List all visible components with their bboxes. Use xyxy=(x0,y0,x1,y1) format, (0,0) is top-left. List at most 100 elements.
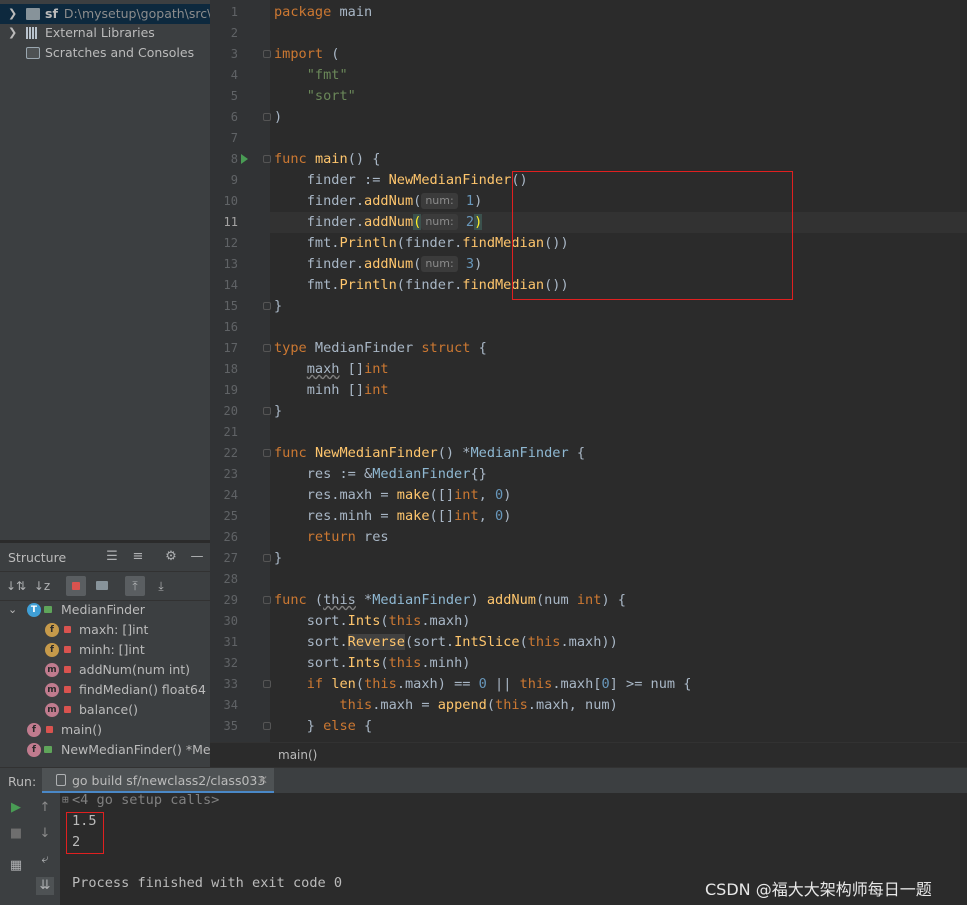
structure-item-main[interactable]: f main() xyxy=(0,720,210,740)
structure-item-label: balance() xyxy=(79,702,138,717)
param-hint: num: xyxy=(421,193,458,209)
run-tab-title: go build sf/newclass2/class033 xyxy=(72,773,266,788)
fold-marker-icon[interactable] xyxy=(263,407,271,415)
structure-item-findmedian[interactable]: m findMedian() float64 xyxy=(0,680,210,700)
project-panel: ❯ sf D:\mysetup\gopath\src\sf ❯ External … xyxy=(0,0,210,540)
project-path: D:\mysetup\gopath\src\sf xyxy=(63,6,210,21)
function-icon: f xyxy=(27,743,41,757)
line-number: 31 xyxy=(223,635,238,649)
line-number: 18 xyxy=(223,362,238,376)
line-number: 15 xyxy=(223,299,238,313)
expand-icon[interactable]: ⊞ xyxy=(62,789,69,810)
param-hint: num: xyxy=(421,256,458,272)
structure-item-label: MedianFinder xyxy=(61,602,145,617)
up-arrow-icon[interactable]: ↑ xyxy=(36,799,54,817)
code-line: } xyxy=(274,298,283,314)
structure-item-addnum[interactable]: m addNum(num int) xyxy=(0,660,210,680)
show-folders-icon[interactable] xyxy=(92,576,112,596)
private-lock-icon xyxy=(64,646,71,653)
show-private-icon[interactable] xyxy=(66,576,86,596)
sort-visibility-icon[interactable]: ↓⇅ xyxy=(6,576,26,596)
line-number: 20 xyxy=(223,404,238,418)
fold-marker-icon[interactable] xyxy=(263,449,271,457)
fold-marker-icon[interactable] xyxy=(263,155,271,163)
structure-item-label: findMedian() float64 xyxy=(79,682,206,697)
soft-wrap-icon[interactable]: ⤶ xyxy=(36,851,54,869)
stop-icon[interactable]: ■ xyxy=(7,825,25,843)
breadcrumb[interactable]: main() xyxy=(278,748,317,762)
line-number: 17 xyxy=(223,341,238,355)
close-icon[interactable]: ✕ xyxy=(258,773,268,787)
scroll-to-end-icon[interactable]: ⇊ xyxy=(36,877,54,895)
structure-item-minh[interactable]: f minh: []int xyxy=(0,640,210,660)
structure-item-label: addNum(num int) xyxy=(79,662,191,677)
line-number: 34 xyxy=(223,698,238,712)
code-line: this.maxh = append(this.maxh, num) xyxy=(339,697,618,713)
line-number: 21 xyxy=(223,425,238,439)
autoscroll-to-source-icon[interactable]: ⤒ xyxy=(125,576,145,596)
chevron-right-icon[interactable]: ❯ xyxy=(8,4,18,24)
structure-panel: Structure ☰ ≡ ⚙ — ↓⇅ ↓z ⤒ ⤓ ⌄ T MedianFi… xyxy=(0,543,210,767)
fold-marker-icon[interactable] xyxy=(263,722,271,730)
minimize-icon[interactable]: — xyxy=(189,549,205,565)
code-line: func (this *MedianFinder) addNum(num int… xyxy=(274,592,626,608)
collapse-all-icon[interactable]: ≡ xyxy=(130,549,146,565)
line-number: 1 xyxy=(230,5,238,19)
code-line: finder.addNum(num: 1) xyxy=(274,193,483,209)
structure-item-newmedianfinder[interactable]: f NewMedianFinder() *Med xyxy=(0,740,210,760)
code-line: res.minh = make([]int, 0) xyxy=(274,508,512,524)
field-icon: f xyxy=(45,643,59,657)
autoscroll-from-source-icon[interactable]: ⤓ xyxy=(151,576,171,596)
code-line: "sort" xyxy=(306,88,356,104)
private-lock-icon xyxy=(46,726,53,733)
structure-item-label: NewMedianFinder() *Med xyxy=(61,742,210,757)
run-gutter-icon[interactable] xyxy=(241,154,248,164)
chevron-right-icon[interactable]: ❯ xyxy=(8,23,18,43)
code-line: res.maxh = make([]int, 0) xyxy=(274,487,512,503)
scratches-and-consoles[interactable]: Scratches and Consoles xyxy=(0,43,210,63)
fold-marker-icon[interactable] xyxy=(263,302,271,310)
highlight-box xyxy=(512,171,793,300)
output-highlight-box xyxy=(66,812,104,854)
private-lock-icon xyxy=(64,706,71,713)
scratches-label: Scratches and Consoles xyxy=(45,45,195,60)
project-name: sf xyxy=(45,6,58,21)
method-icon: m xyxy=(45,683,59,697)
folder-icon xyxy=(26,8,40,20)
code-line: func main() { xyxy=(274,151,381,167)
structure-item-label: minh: []int xyxy=(79,642,145,657)
structure-item-medianfinder[interactable]: ⌄ T MedianFinder xyxy=(0,600,210,620)
line-number: 27 xyxy=(223,551,238,565)
scratches-icon xyxy=(26,47,40,59)
expand-all-icon[interactable]: ☰ xyxy=(104,549,120,565)
param-hint: num: xyxy=(421,214,458,230)
structure-item-balance[interactable]: m balance() xyxy=(0,700,210,720)
external-libraries[interactable]: ❯ External Libraries xyxy=(0,23,210,43)
code-line: sort.Reverse(sort.IntSlice(this.maxh)) xyxy=(274,634,618,650)
fold-marker-icon[interactable] xyxy=(263,680,271,688)
layout-icon[interactable]: ▦ xyxy=(7,857,25,875)
fold-marker-icon[interactable] xyxy=(263,50,271,58)
line-number: 3 xyxy=(230,47,238,61)
project-root-sf[interactable]: ❯ sf D:\mysetup\gopath\src\sf xyxy=(0,4,210,24)
code-editor[interactable]: 1 2 3 4 5 6 7 8 9 10 11 12 13 14 15 16 17 18 19 20 21 22 23 24 2… xyxy=(210,0,967,742)
code-line: minh []int xyxy=(274,382,389,398)
fold-marker-icon[interactable] xyxy=(263,344,271,352)
line-number: 6 xyxy=(230,110,238,124)
gear-icon[interactable]: ⚙ xyxy=(163,549,179,565)
chevron-down-icon[interactable]: ⌄ xyxy=(8,600,17,620)
code-line: maxh []int xyxy=(306,361,389,377)
fold-marker-icon[interactable] xyxy=(263,554,271,562)
method-icon: m xyxy=(45,663,59,677)
code-line: import ( xyxy=(274,46,340,62)
fold-marker-icon[interactable] xyxy=(263,113,271,121)
sort-alpha-icon[interactable]: ↓z xyxy=(32,576,52,596)
code-line: if len(this.maxh) == 0 || this.maxh[0] >… xyxy=(306,676,692,692)
fold-marker-icon[interactable] xyxy=(263,596,271,604)
type-icon: T xyxy=(27,603,41,617)
structure-item-maxh[interactable]: f maxh: []int xyxy=(0,620,210,640)
down-arrow-icon[interactable]: ↓ xyxy=(36,825,54,843)
rerun-icon[interactable]: ▶ xyxy=(7,799,25,817)
code-line: sort.Ints(this.minh) xyxy=(274,655,471,671)
collapsed-setup-calls[interactable]: <4 go setup calls> xyxy=(72,790,219,811)
